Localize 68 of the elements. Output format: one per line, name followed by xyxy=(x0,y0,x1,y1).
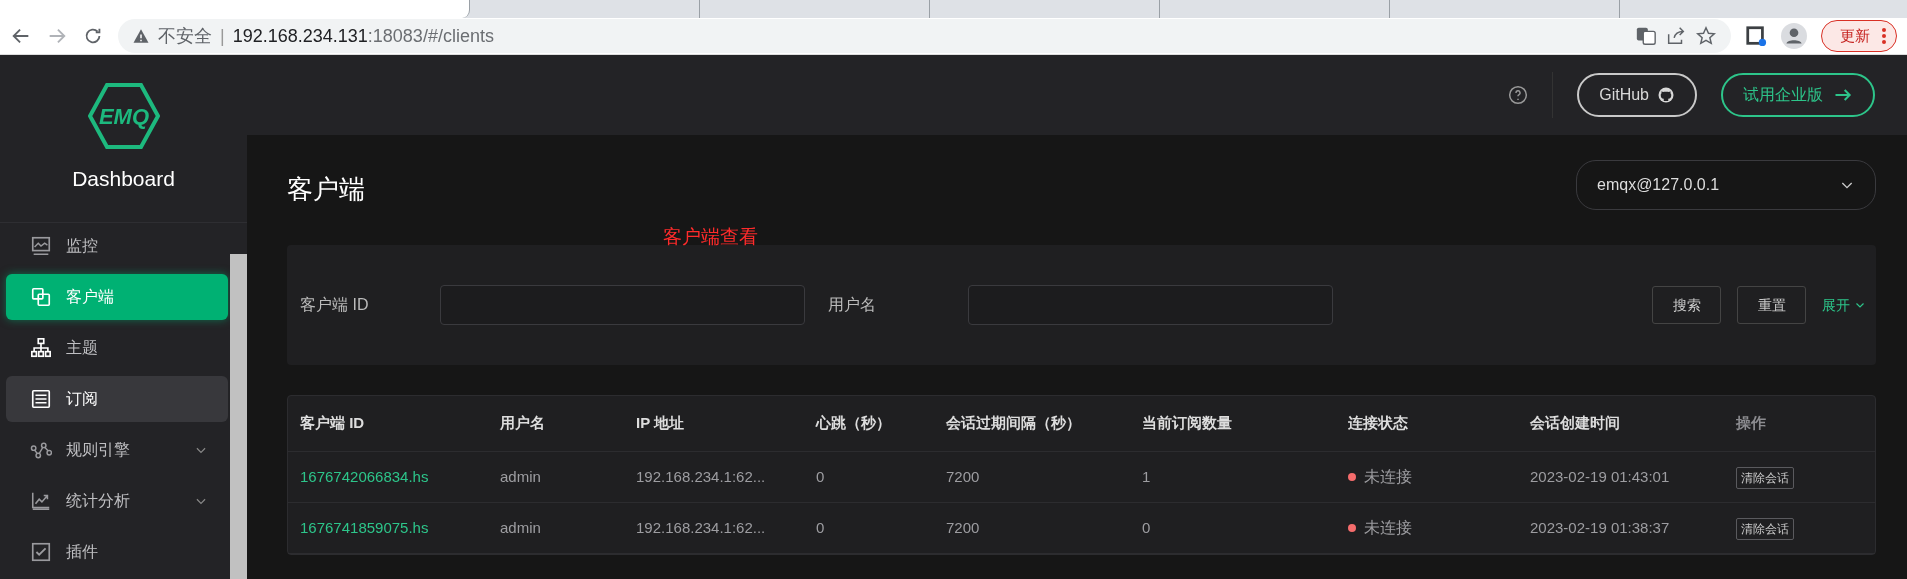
logo-text: EMQ xyxy=(98,103,149,129)
column-header: 用户名 xyxy=(499,413,546,434)
separator: | xyxy=(220,24,225,48)
table-cell-text: 192.168.234.1:62... xyxy=(635,517,767,538)
scrollbar[interactable] xyxy=(230,254,247,579)
expand-link[interactable]: 展开 xyxy=(1822,294,1866,316)
reset-button[interactable]: 重置 xyxy=(1737,286,1806,324)
translate-icon[interactable] xyxy=(1635,25,1657,47)
table-cell-text: 0 xyxy=(815,466,826,487)
column-header: 当前订阅数量 xyxy=(1141,413,1233,434)
security-label[interactable]: 不安全 xyxy=(158,22,212,50)
column-header: 会话创建时间 xyxy=(1529,413,1621,434)
hierarchy-icon xyxy=(30,337,52,359)
clear-session-button[interactable]: 清除会话 xyxy=(1736,466,1794,489)
table-cell-text: 7200 xyxy=(945,466,981,487)
column-header: 连接状态 xyxy=(1347,413,1409,434)
text-field[interactable] xyxy=(968,285,1333,325)
table-cell-text: 0 xyxy=(815,517,826,538)
line-chart-icon xyxy=(30,490,52,512)
column-header: IP 地址 xyxy=(635,413,686,434)
chart-screen-icon xyxy=(30,235,52,257)
table-cell-text: 192.168.234.1:62... xyxy=(635,466,767,487)
page-title: 客户端 xyxy=(287,174,365,206)
field-label: 客户端 ID xyxy=(300,295,370,315)
table-cell-text: 1 xyxy=(1141,466,1152,487)
table-cell-text: 7200 xyxy=(945,517,981,538)
sidebar-item[interactable]: 监控 xyxy=(6,223,228,269)
column-header: 操作 xyxy=(1735,413,1767,434)
table-cell-text: 0 xyxy=(1141,517,1152,538)
more-icon xyxy=(1882,28,1886,44)
annotation-text: 客户端查看 xyxy=(663,224,758,249)
text-field[interactable] xyxy=(440,285,805,325)
share-icon[interactable] xyxy=(1665,25,1687,47)
warning-icon xyxy=(132,27,150,45)
table-cell-text: admin xyxy=(499,517,542,538)
client-id-link[interactable]: 1676742066834.hs xyxy=(300,467,429,485)
app-title: Dashboard xyxy=(72,165,175,192)
help-icon[interactable] xyxy=(1508,85,1529,105)
sidebar-item[interactable]: 插件 xyxy=(6,529,228,575)
star-icon[interactable] xyxy=(1695,25,1717,47)
github-icon xyxy=(1657,86,1675,104)
checkbox-icon xyxy=(30,541,52,563)
status-text: 未连接 xyxy=(1364,518,1412,538)
status-text: 未连接 xyxy=(1364,467,1412,487)
address-bar[interactable]: 不安全 | 192.168.234.131:18083/#/clients xyxy=(118,19,1731,53)
column-header: 心跳（秒） xyxy=(814,413,892,434)
overlapping-squares-icon xyxy=(30,286,52,308)
client-id-link[interactable]: 1676741859075.hs xyxy=(300,518,429,536)
column-header: 客户端 ID xyxy=(299,413,366,434)
clear-session-button[interactable]: 清除会话 xyxy=(1736,517,1794,540)
sidebar-item[interactable]: 主题 xyxy=(6,325,228,371)
column-header: 会话过期间隔（秒） xyxy=(945,413,1082,434)
sidebar-item[interactable]: 统计分析 xyxy=(6,478,228,524)
url-text[interactable]: 192.168.234.131:18083/#/clients xyxy=(232,22,494,50)
list-icon xyxy=(30,388,52,410)
node-select[interactable]: emqx@127.0.0.1 xyxy=(1576,160,1876,210)
sidebar-item[interactable]: 订阅 xyxy=(6,376,228,422)
profile-icon[interactable] xyxy=(1781,23,1807,49)
table-cell-text: admin xyxy=(499,466,542,487)
github-button[interactable]: GitHub xyxy=(1577,73,1697,117)
trial-button[interactable]: 试用企业版 xyxy=(1721,73,1875,117)
field-label: 用户名 xyxy=(828,295,877,315)
extension-icon[interactable] xyxy=(1745,25,1767,47)
table-cell-text: 2023-02-19 01:38:37 xyxy=(1529,517,1671,538)
search-button[interactable]: 搜索 xyxy=(1652,286,1721,324)
sidebar-item[interactable]: 规则引擎 xyxy=(6,427,228,473)
table-cell-text: 2023-02-19 01:43:01 xyxy=(1529,466,1671,487)
update-button[interactable]: 更新 xyxy=(1821,20,1897,52)
